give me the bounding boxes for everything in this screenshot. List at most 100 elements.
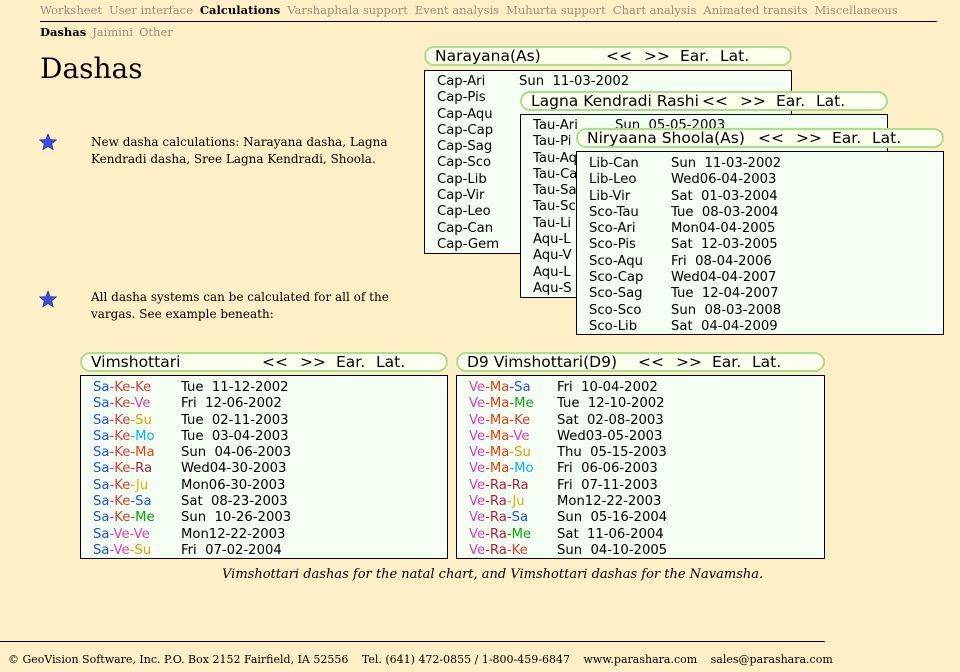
dasha-period: Sco-Aqu [589,253,643,269]
nav-item-event-analysis[interactable]: Event analysis [415,3,499,17]
earlier-button[interactable]: Ear. [336,354,365,370]
dasha-row[interactable]: Cap-Ari Sun 11-03-2002 [437,74,791,90]
d9-title: D9 Vimshottari(D9) [467,353,617,371]
prev-button[interactable]: << [606,48,632,64]
dasha-row[interactable]: Sco-Sco Sun 08-03-2008 [589,303,943,319]
dasha-period: Sco-Sco [589,302,642,318]
next-button[interactable]: >> [740,93,766,109]
dasha-row[interactable]: Lib-Can Sun 11-03-2002 [589,156,943,172]
bullet-text-1: New dasha calculations: Narayana dasha, … [91,135,388,166]
dasha-row[interactable]: Ve-Ra-Sa Sun 05-16-2004 [469,510,824,526]
nav-item-user-interface[interactable]: User interface [109,3,193,17]
dasha-row[interactable]: Ve-Ma-Ve Wed03-05-2003 [469,429,824,445]
prev-button[interactable]: << [702,93,728,109]
dasha-row[interactable]: Lib-Vir Sat 01-03-2004 [589,189,943,205]
nav-item-calculations[interactable]: Calculations [200,3,280,17]
next-button[interactable]: >> [676,354,702,370]
planet-ra: Ra [489,510,507,526]
earlier-button[interactable]: Ear. [680,48,709,64]
dasha-period: Sa-Ke-Ju [93,477,149,493]
dasha-row[interactable]: Sa-Ke-Sa Sat 08-23-2003 [93,494,447,510]
dasha-period: Cap-Sag [437,139,493,155]
dasha-period: Sa-Ke-Me [93,510,155,526]
nav-item-muhurta-support[interactable]: Muhurta support [506,3,606,17]
dasha-row[interactable]: Sco-Aqu Fri 08-04-2006 [589,254,943,270]
next-button[interactable]: >> [796,130,822,146]
later-button[interactable]: Lat. [376,354,405,370]
footer: © GeoVision Software, Inc. P.O. Box 2152… [8,653,843,666]
dasha-row[interactable]: Ve-Ra-Ju Mon12-22-2003 [469,494,824,510]
dasha-period: Ve-Ra-Me [469,526,532,542]
earlier-button[interactable]: Ear. [832,130,861,146]
dasha-date: Sun 05-16-2004 [557,510,668,526]
planet-ke: Ke [114,494,131,510]
nav-item-miscellaneous[interactable]: Miscellaneous [814,3,897,17]
nav-item-chart-analysis[interactable]: Chart analysis [613,3,697,17]
dasha-row[interactable]: Sco-Cap Wed04-04-2007 [589,270,943,286]
planet-ve: Ve [113,526,130,542]
dasha-row[interactable]: Sa-Ke-Me Sun 10-26-2003 [93,510,447,526]
subnav-item-dashas[interactable]: Dashas [40,25,86,39]
dasha-row[interactable]: Sa-Ke-Su Tue 02-11-2003 [93,413,447,429]
nav-item-animated-transits[interactable]: Animated transits [703,3,807,17]
dasha-row[interactable]: Ve-Ra-Me Sat 11-06-2004 [469,527,824,543]
dasha-row[interactable]: Sco-Sag Tue 12-04-2007 [589,286,943,302]
star-icon [39,133,57,151]
subnav-item-jaimini[interactable]: Jaimini [92,25,133,39]
later-button[interactable]: Lat. [816,93,845,109]
next-button[interactable]: >> [644,48,670,64]
dasha-period: Ve-Ma-Ve [469,428,530,444]
dasha-row[interactable]: Sa-Ke-Ju Mon06-30-2003 [93,478,447,494]
prev-button[interactable]: << [758,130,784,146]
dasha-row[interactable]: Ve-Ma-Me Tue 12-10-2002 [469,396,824,412]
dasha-row[interactable]: Lib-Leo Wed06-04-2003 [589,172,943,188]
subnav-item-other[interactable]: Other [139,25,173,39]
dasha-row[interactable]: Ve-Ra-Ra Fri 07-11-2003 [469,478,824,494]
prev-button[interactable]: << [638,354,664,370]
later-button[interactable]: Lat. [720,48,749,64]
dasha-row[interactable]: Sco-Lib Sat 04-04-2009 [589,319,943,334]
footer-email-link[interactable]: sales@parashara.com [711,653,833,666]
lagna-title: Lagna Kendradi Rashi [531,92,699,110]
dasha-row[interactable]: Sa-Ke-Ra Wed04-30-2003 [93,461,447,477]
dasha-row[interactable]: Sa-Ve-Ve Mon12-22-2003 [93,527,447,543]
dasha-row[interactable]: Sa-Ke-Ke Tue 11-12-2002 [93,380,447,396]
dasha-row[interactable]: Sco-Tau Tue 08-03-2004 [589,205,943,221]
next-button[interactable]: >> [300,354,326,370]
dasha-row[interactable]: Sa-Ke-Ma Sun 04-06-2003 [93,445,447,461]
nav-item-worksheet[interactable]: Worksheet [40,3,102,17]
planet-ve: Ve [134,396,151,412]
dasha-date: Tue 02-11-2003 [181,412,289,428]
later-button[interactable]: Lat. [872,130,901,146]
later-button[interactable]: Lat. [752,354,781,370]
dasha-row[interactable]: Ve-Ra-Ke Sun 04-10-2005 [469,543,824,558]
planet-me: Me [135,510,155,526]
dasha-row[interactable]: Sco-Pis Sat 12-03-2005 [589,237,943,253]
dasha-period: Cap-Cap [437,122,494,138]
prev-button[interactable]: << [262,354,288,370]
planet-ju: Ju [135,477,149,493]
dasha-row[interactable]: Ve-Ma-Ke Sat 02-08-2003 [469,413,824,429]
earlier-button[interactable]: Ear. [776,93,805,109]
planet-sa: Sa [93,412,110,428]
dasha-period: Aqu-L [533,232,571,248]
dasha-row[interactable]: Ve-Ma-Su Thu 05-15-2003 [469,445,824,461]
dasha-row[interactable]: Sa-Ke-Mo Tue 03-04-2003 [93,429,447,445]
dasha-row[interactable]: Ve-Ma-Mo Fri 06-06-2003 [469,461,824,477]
nav-item-varshaphala-support[interactable]: Varshaphala support [287,3,408,17]
planet-ke: Ke [135,380,152,395]
planet-ma: Ma [489,412,510,428]
dasha-row[interactable]: Sa-Ke-Ve Fri 12-06-2002 [93,396,447,412]
dasha-row[interactable]: Sco-Ari Mon04-04-2005 [589,221,943,237]
dasha-period: Cap-Lib [437,171,487,187]
planet-ve: Ve [469,526,486,542]
shoola-header: Niryaana Shoola(As) << >> Ear. Lat. [576,128,944,148]
dasha-date: Tue 12-04-2007 [671,286,779,302]
earlier-button[interactable]: Ear. [712,354,741,370]
dasha-period: Ve-Ma-Me [469,396,534,412]
footer-website-link[interactable]: www.parashara.com [583,653,697,666]
dasha-row[interactable]: Sa-Ve-Su Fri 07-02-2004 [93,543,447,558]
dasha-row[interactable]: Ve-Ma-Sa Fri 10-04-2002 [469,380,824,396]
dasha-period: Tau-Sa [533,183,577,199]
dasha-date: Sun 08-03-2008 [671,302,782,318]
